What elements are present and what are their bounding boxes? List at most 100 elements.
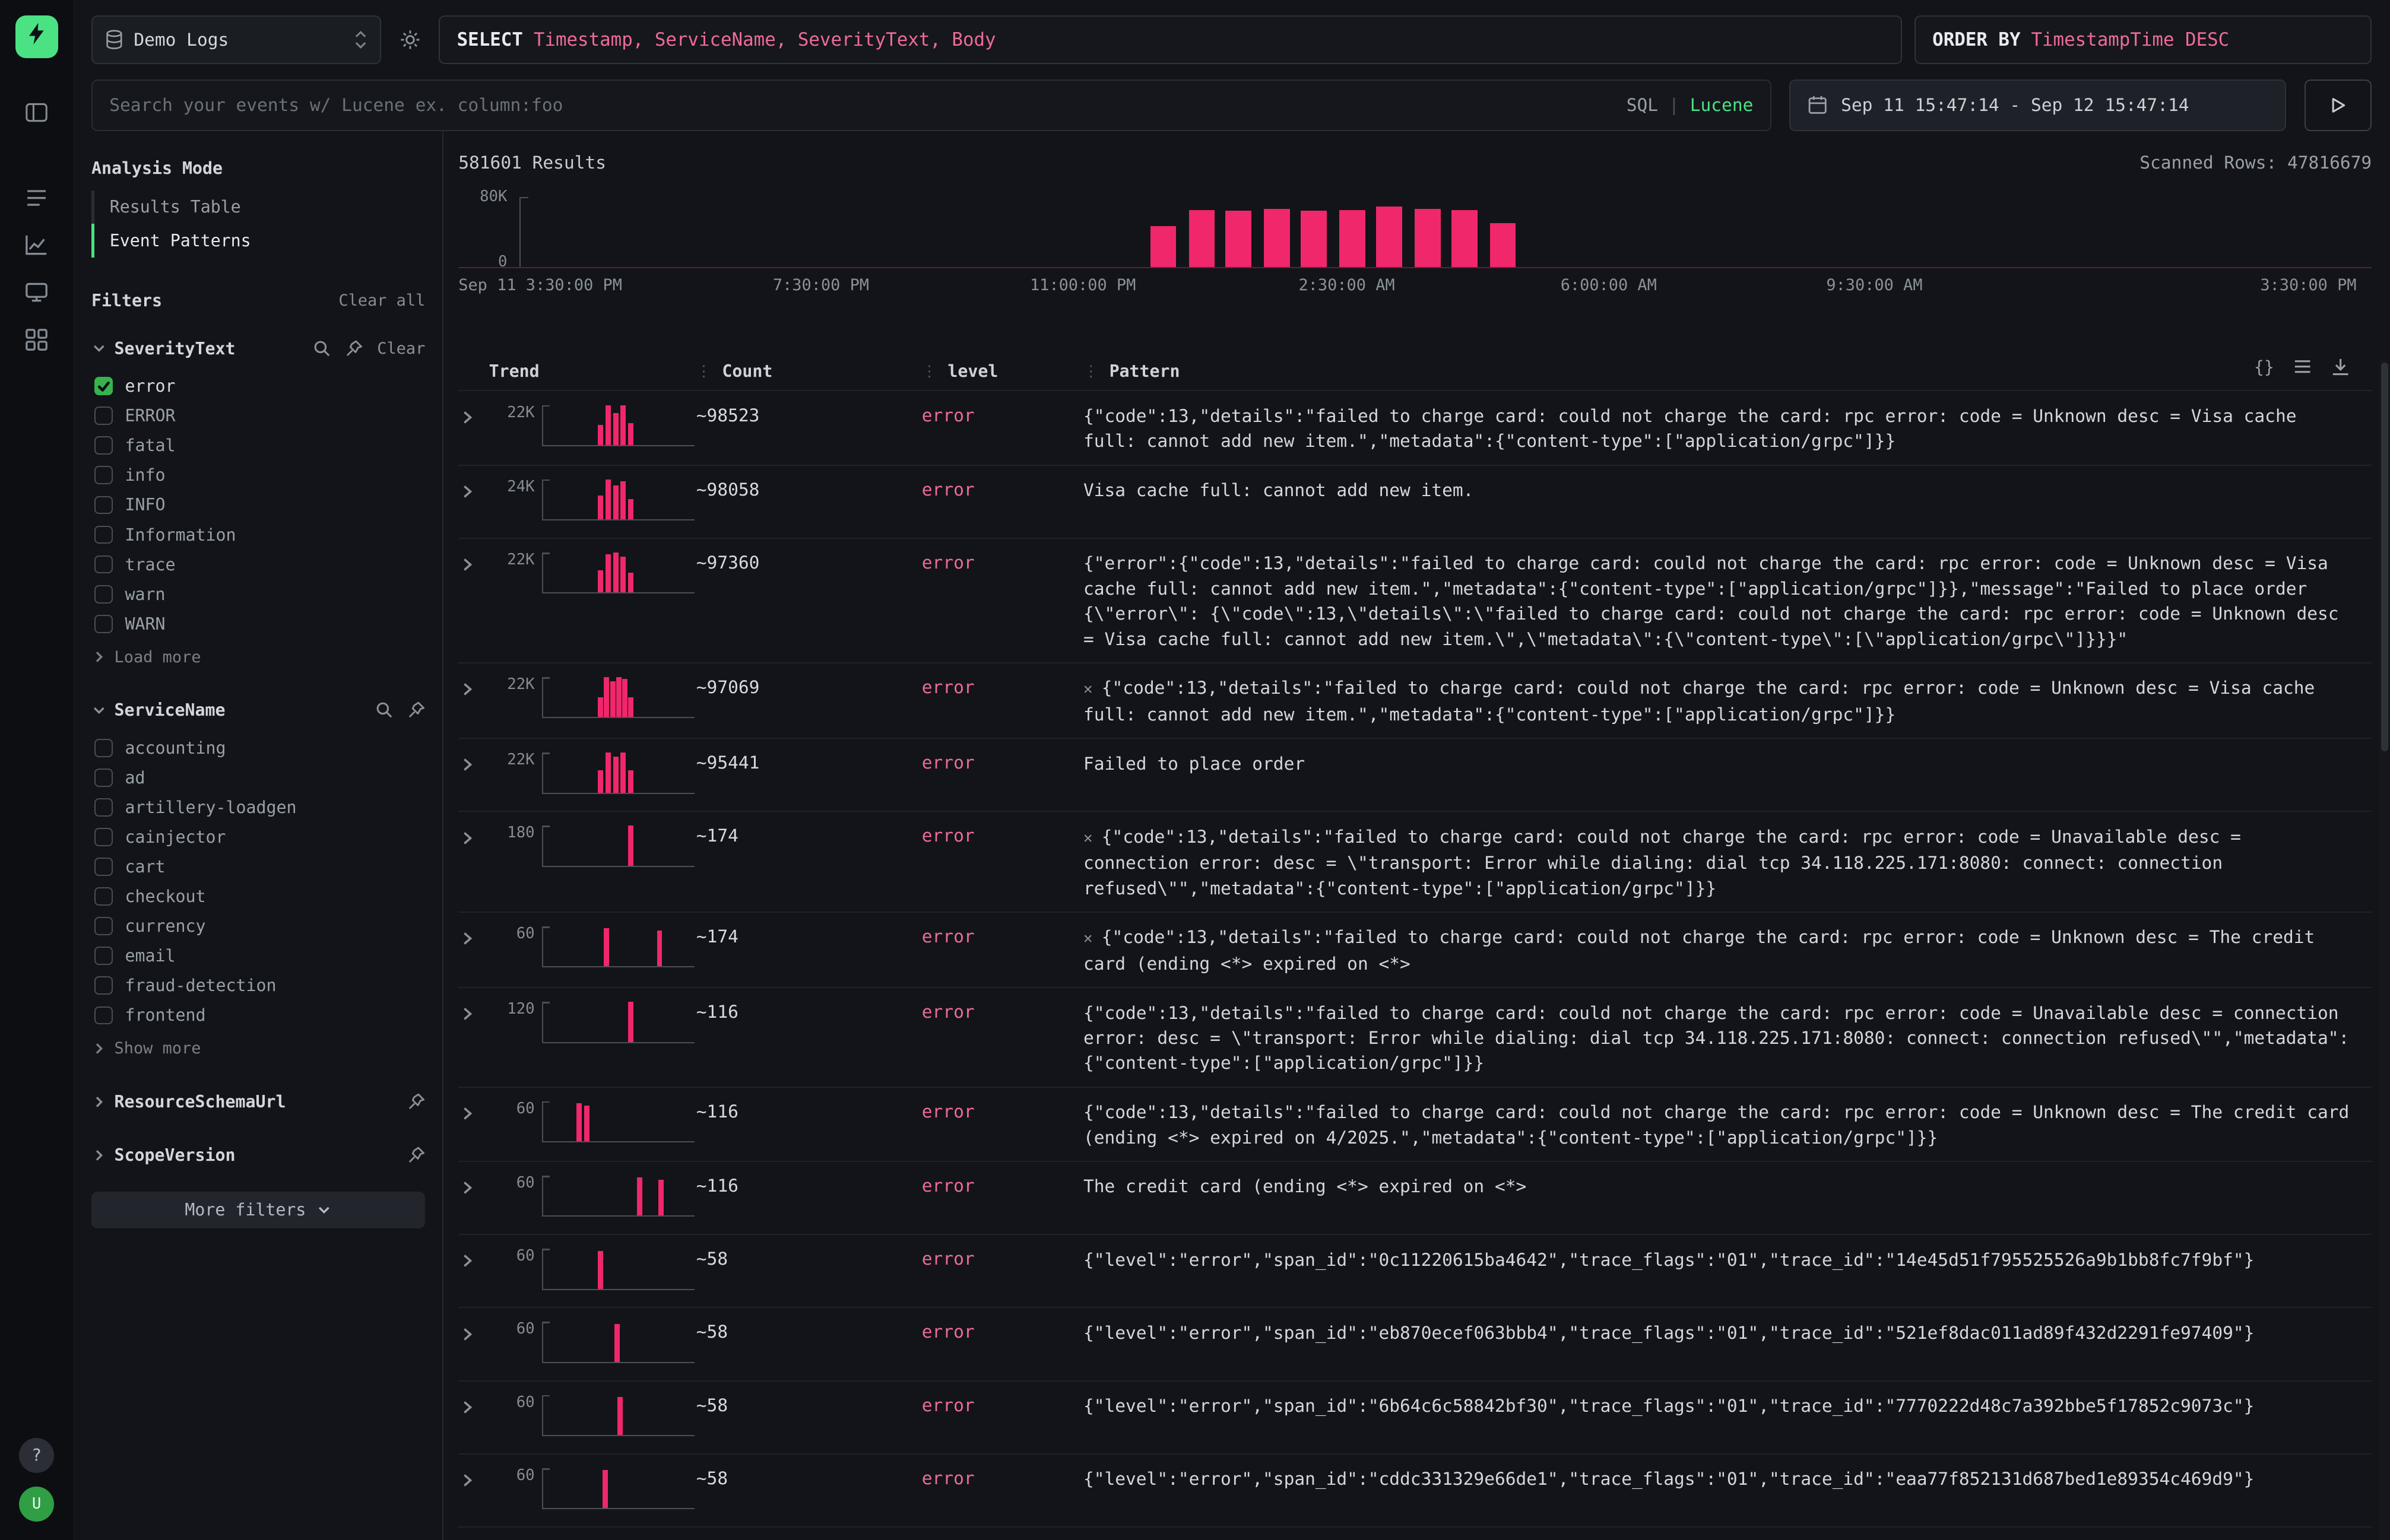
row-expand-chevron[interactable] (458, 555, 489, 574)
pattern-text[interactable]: ✕{"code":13,"details":"failed to charge … (1083, 675, 2372, 727)
row-expand-chevron[interactable] (458, 1325, 489, 1344)
row-expand-chevron[interactable] (458, 1252, 489, 1270)
filter-option-error[interactable]: ERROR (91, 401, 425, 431)
histogram-bar[interactable] (1189, 210, 1215, 267)
pattern-text[interactable]: {"level":"error","span_id":"cddc331329e6… (1083, 1466, 2372, 1491)
row-expand-chevron[interactable] (458, 1179, 489, 1197)
row-expand-chevron[interactable] (458, 1104, 489, 1123)
checkbox-unchecked[interactable] (94, 407, 113, 425)
pattern-text[interactable]: {"level":"error","span_id":"6b64c6c58842… (1083, 1393, 2372, 1418)
checkbox-unchecked[interactable] (94, 585, 113, 604)
filter-group-header-resourceschemaurl[interactable]: ResourceSchemaUrl (91, 1087, 425, 1117)
row-expand-chevron[interactable] (458, 482, 489, 501)
pattern-text[interactable]: Failed to place order (1083, 751, 2372, 776)
pattern-text[interactable]: {"level":"error","span_id":"0c11220615ba… (1083, 1247, 2372, 1272)
exclude-pattern-icon[interactable]: ✕ (1083, 680, 1092, 698)
checkbox-unchecked[interactable] (94, 466, 113, 484)
histogram-bar[interactable] (1301, 211, 1327, 266)
filter-option-error[interactable]: error (91, 371, 425, 401)
checkbox-unchecked[interactable] (94, 526, 113, 544)
download-icon[interactable] (2331, 357, 2350, 376)
search-icon[interactable] (375, 701, 394, 719)
checkbox-unchecked[interactable] (94, 1006, 113, 1025)
row-density-icon[interactable] (2293, 357, 2312, 376)
filter-option-warn[interactable]: WARN (91, 609, 425, 639)
chart-explorer-icon[interactable] (15, 224, 58, 266)
code-braces-icon[interactable]: {} (2254, 357, 2274, 377)
filter-option-artillery-loadgen[interactable]: artillery-loadgen (91, 792, 425, 822)
filter-option-ad[interactable]: ad (91, 763, 425, 792)
dashboards-icon[interactable] (15, 319, 58, 361)
checkbox-unchecked[interactable] (94, 769, 113, 787)
filter-option-checkout[interactable]: checkout (91, 882, 425, 912)
filter-option-fatal[interactable]: fatal (91, 431, 425, 461)
filter-clear-link[interactable]: Clear (377, 339, 425, 358)
pattern-text[interactable]: Visa cache full: cannot add new item. (1083, 478, 2372, 503)
filter-option-cainjector[interactable]: cainjector (91, 823, 425, 852)
histogram-bar[interactable] (1150, 226, 1177, 267)
row-expand-chevron[interactable] (458, 408, 489, 427)
time-range-picker[interactable]: Sep 11 15:47:14 - Sep 12 15:47:14 (1789, 80, 2286, 131)
analysis-mode-item-results-table[interactable]: Results Table (91, 190, 425, 224)
pattern-text[interactable]: {"level":"error","span_id":"eb870ecef063… (1083, 1320, 2372, 1345)
checkbox-unchecked[interactable] (94, 917, 113, 935)
monitor-icon[interactable] (15, 271, 58, 314)
run-query-button[interactable] (2305, 80, 2372, 131)
pin-icon[interactable] (407, 701, 426, 719)
row-expand-chevron[interactable] (458, 680, 489, 698)
pattern-text[interactable]: The credit card (ending <*> expired on <… (1083, 1174, 2372, 1199)
sidebar-toggle-icon[interactable] (15, 91, 58, 134)
filter-option-currency[interactable]: currency (91, 912, 425, 941)
pattern-text[interactable]: {"code":13,"details":"failed to charge c… (1083, 404, 2372, 454)
checkbox-checked[interactable] (94, 377, 113, 395)
histogram-bar[interactable] (1490, 223, 1516, 267)
user-avatar[interactable]: U (19, 1487, 54, 1522)
row-expand-chevron[interactable] (458, 1398, 489, 1417)
checkbox-unchecked[interactable] (94, 615, 113, 633)
clear-all-filters-link[interactable]: Clear all (338, 291, 425, 310)
column-header-count[interactable]: ⋮Count (696, 361, 922, 381)
pattern-text[interactable]: ✕{"code":13,"details":"failed to charge … (1083, 824, 2372, 901)
row-expand-chevron[interactable] (458, 1471, 489, 1490)
column-resize-handle[interactable]: ⋮ (1083, 363, 1099, 380)
filter-option-fraud-detection[interactable]: fraud-detection (91, 971, 425, 1001)
logs-icon[interactable] (15, 177, 58, 220)
pin-icon[interactable] (407, 1093, 426, 1111)
column-header-level[interactable]: ⋮level (922, 361, 1083, 381)
pin-icon[interactable] (407, 1146, 426, 1164)
filter-group-header-scopeversion[interactable]: ScopeVersion (91, 1140, 425, 1170)
column-header-pattern[interactable]: ⋮Pattern (1083, 361, 2372, 381)
source-settings-gear-icon[interactable] (393, 29, 426, 50)
filter-option-accounting[interactable]: accounting (91, 733, 425, 763)
checkbox-unchecked[interactable] (94, 555, 113, 574)
checkbox-unchecked[interactable] (94, 887, 113, 906)
histogram-bar[interactable] (1225, 211, 1251, 266)
mode-lucene[interactable]: Lucene (1690, 95, 1754, 115)
row-expand-chevron[interactable] (458, 829, 489, 847)
checkbox-unchecked[interactable] (94, 947, 113, 965)
checkbox-unchecked[interactable] (94, 798, 113, 817)
filter-option-trace[interactable]: trace (91, 550, 425, 579)
filter-option-info[interactable]: INFO (91, 490, 425, 520)
histogram-bar[interactable] (1376, 207, 1402, 267)
pin-icon[interactable] (345, 339, 363, 358)
table-scrollbar[interactable] (2379, 360, 2390, 1540)
exclude-pattern-icon[interactable]: ✕ (1083, 929, 1092, 947)
filter-option-information[interactable]: Information (91, 520, 425, 550)
column-resize-handle[interactable]: ⋮ (696, 363, 712, 380)
checkbox-unchecked[interactable] (94, 828, 113, 846)
checkbox-unchecked[interactable] (94, 739, 113, 757)
column-resize-handle[interactable]: ⋮ (922, 363, 937, 380)
checkbox-unchecked[interactable] (94, 496, 113, 515)
checkbox-unchecked[interactable] (94, 858, 113, 876)
search-input[interactable]: Search your events w/ Lucene ex. column:… (91, 80, 1771, 131)
scrollbar-thumb[interactable] (2381, 363, 2389, 751)
pattern-text[interactable]: {"error":{"code":13,"details":"failed to… (1083, 551, 2372, 651)
histogram-bar[interactable] (1264, 209, 1290, 266)
filter-option-warn[interactable]: warn (91, 579, 425, 609)
checkbox-unchecked[interactable] (94, 976, 113, 995)
search-icon[interactable] (313, 339, 331, 358)
more-filters-button[interactable]: More filters (91, 1192, 425, 1228)
order-by-input[interactable]: ORDER BY TimestampTime DESC (1914, 15, 2372, 64)
help-button[interactable]: ? (19, 1438, 54, 1473)
